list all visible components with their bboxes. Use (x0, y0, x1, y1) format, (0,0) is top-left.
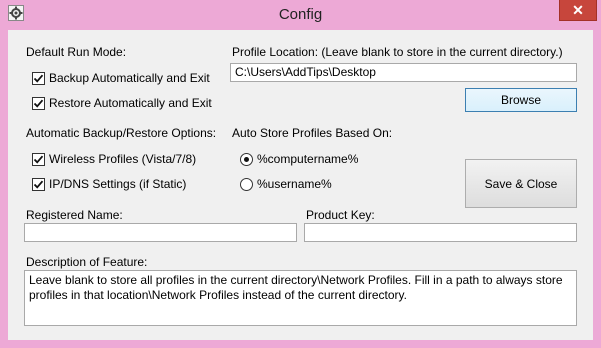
checkbox-box (32, 96, 45, 110)
dialog-body: Default Run Mode: Backup Automatically a… (8, 30, 593, 340)
profile-location-heading: Profile Location: (Leave blank to store … (232, 45, 563, 59)
product-key-label: Product Key: (306, 208, 375, 222)
radio-circle (240, 152, 253, 166)
wireless-profiles-label: Wireless Profiles (Vista/7/8) (49, 152, 197, 166)
radio-circle (240, 177, 253, 191)
product-key-input[interactable] (304, 223, 577, 242)
description-box[interactable]: Leave blank to store all profiles in the… (24, 270, 577, 326)
checkbox-box (32, 152, 45, 166)
backup-auto-checkbox[interactable]: Backup Automatically and Exit (32, 71, 210, 85)
checkmark-icon (33, 180, 44, 189)
registered-name-input[interactable] (24, 223, 297, 242)
ip-dns-checkbox[interactable]: IP/DNS Settings (if Static) (32, 177, 186, 191)
options-heading: Automatic Backup/Restore Options: (26, 126, 217, 140)
window-title: Config (278, 6, 323, 23)
description-label: Description of Feature: (26, 255, 148, 269)
save-close-button[interactable]: Save & Close (465, 159, 577, 208)
computername-radio[interactable]: %computername% (240, 152, 358, 166)
ip-dns-label: IP/DNS Settings (if Static) (49, 177, 187, 191)
checkbox-box (32, 71, 45, 85)
close-button[interactable]: ✕ (559, 0, 597, 21)
restore-auto-checkbox[interactable]: Restore Automatically and Exit (32, 96, 212, 110)
radio-dot (244, 156, 249, 162)
auto-store-heading: Auto Store Profiles Based On: (232, 126, 393, 140)
profile-location-input[interactable]: C:\Users\AddTips\Desktop (230, 63, 577, 82)
title-bar[interactable]: Config ✕ (0, 0, 601, 30)
computername-label: %computername% (257, 152, 359, 166)
username-radio[interactable]: %username% (240, 177, 332, 191)
wireless-profiles-checkbox[interactable]: Wireless Profiles (Vista/7/8) (32, 152, 196, 166)
username-label: %username% (257, 177, 332, 191)
checkmark-icon (33, 99, 44, 108)
browse-button[interactable]: Browse (465, 88, 577, 112)
config-window: Config ✕ Default Run Mode: Backup Automa… (0, 0, 601, 348)
backup-auto-label: Backup Automatically and Exit (49, 71, 210, 85)
run-mode-heading: Default Run Mode: (26, 45, 127, 59)
checkmark-icon (33, 155, 44, 164)
registered-name-label: Registered Name: (26, 208, 123, 222)
restore-auto-label: Restore Automatically and Exit (49, 96, 212, 110)
checkbox-box (32, 177, 45, 191)
checkmark-icon (33, 74, 44, 83)
close-icon: ✕ (572, 1, 584, 18)
